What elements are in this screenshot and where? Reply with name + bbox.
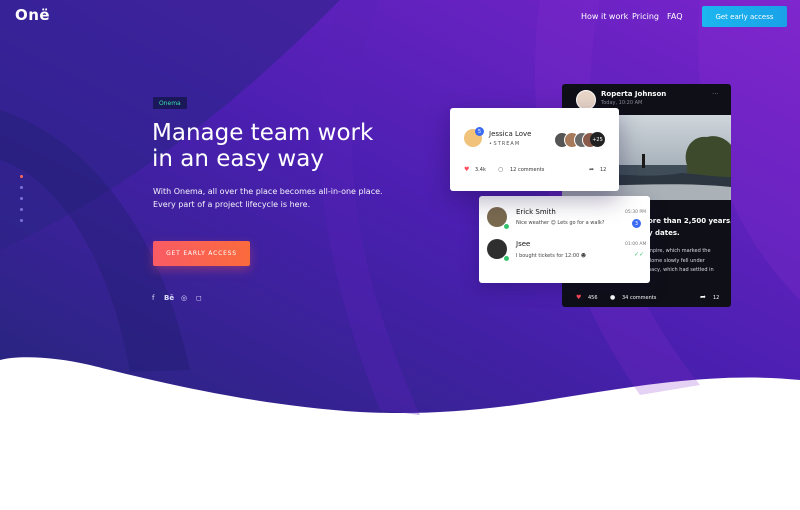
hero-cta-button[interactable]: GET EARLY ACCESS	[153, 241, 250, 266]
post-shares: 12	[713, 295, 720, 301]
heart-icon[interactable]: ♥	[576, 294, 581, 301]
post-body-line-2: Rome slowly fell under	[648, 257, 705, 264]
more-members-badge[interactable]: +25	[590, 132, 605, 147]
post-body-line-1: mpire, which marked the	[648, 248, 711, 254]
subtitle-line-2: Every part of a project lifecycle is her…	[153, 200, 311, 209]
post-likes: 456	[588, 295, 598, 301]
slide-dot-3[interactable]	[20, 197, 23, 200]
chat-message: Nice weather 😊 Lets go for a walk?	[516, 220, 605, 226]
instagram-icon[interactable]: ◻	[196, 294, 202, 302]
read-check-icon: ✓✓	[634, 251, 645, 258]
nav-how-it-work[interactable]: How it work	[581, 12, 628, 21]
stream-likes: 3.4k	[475, 167, 486, 173]
post-headline-line-2: y dates.	[648, 229, 680, 237]
hero-section: Onë How it work Pricing FAQ Get early ac…	[0, 0, 800, 510]
hero-headline: Manage team work in an easy way	[152, 120, 412, 172]
post-headline: ore than 2,500 years. y dates.	[648, 215, 731, 239]
chat-time: 01:00 AM	[625, 242, 647, 247]
facebook-icon[interactable]: f	[152, 294, 154, 302]
stream-card[interactable]: 5 Jessica Love • STREAM +25 ♥ 3.4k ○ 12 …	[450, 108, 619, 191]
notification-badge: 5	[475, 127, 484, 136]
post-meta: Today, 10:20 AM	[601, 100, 643, 106]
stream-shares: 12	[600, 167, 607, 173]
online-indicator	[503, 255, 510, 262]
heart-icon[interactable]: ♥	[464, 166, 469, 173]
avatar	[576, 90, 596, 110]
chat-message: I bought tickets for 12:00 ☻	[516, 253, 587, 259]
post-body: mpire, which marked the Rome slowly fell…	[648, 247, 714, 276]
dribbble-icon[interactable]: ◎	[181, 294, 187, 302]
more-icon[interactable]: ···	[712, 90, 719, 98]
slide-dot-2[interactable]	[20, 186, 23, 189]
share-icon[interactable]: ➦	[589, 166, 594, 173]
slide-dot-5[interactable]	[20, 219, 23, 222]
slide-dot-4[interactable]	[20, 208, 23, 211]
behance-icon[interactable]: Bē	[164, 294, 174, 302]
chat-card[interactable]: Erick Smith Nice weather 😊 Lets go for a…	[479, 196, 650, 283]
hero-subtitle: With Onema, all over the place becomes a…	[153, 185, 413, 211]
nav-pricing[interactable]: Pricing	[632, 12, 659, 21]
chat-name: Jsee	[516, 240, 531, 248]
stream-user: Jessica Love	[489, 130, 532, 138]
stream-tag-text: STREAM	[493, 141, 521, 147]
post-body-line-3: nacy, which had settled in	[648, 267, 714, 273]
share-icon[interactable]: ➦	[700, 293, 706, 301]
comment-icon[interactable]: ●	[610, 294, 615, 301]
chat-name: Erick Smith	[516, 208, 556, 216]
post-comments: 34 comments	[622, 295, 657, 301]
online-indicator	[503, 223, 510, 230]
stream-tag: • STREAM	[489, 141, 521, 147]
unread-badge: 3	[632, 219, 641, 228]
headline-line-1: Manage team work	[152, 120, 374, 146]
headline-line-2: in an easy way	[152, 146, 324, 172]
chat-time: 05:30 PM	[625, 210, 646, 215]
get-early-access-button[interactable]: Get early access	[702, 6, 787, 27]
nav-faq[interactable]: FAQ	[667, 12, 683, 21]
stream-comments: 12 comments	[510, 167, 545, 173]
product-badge: Onema	[153, 97, 187, 109]
brand-logo[interactable]: Onë	[15, 6, 50, 24]
post-author: Roperta Johnson	[601, 90, 667, 98]
comment-icon[interactable]: ○	[498, 166, 503, 173]
post-headline-line-1: ore than 2,500 years.	[648, 217, 731, 225]
slide-dot-1[interactable]	[20, 175, 23, 178]
subtitle-line-1: With Onema, all over the place becomes a…	[153, 187, 383, 196]
